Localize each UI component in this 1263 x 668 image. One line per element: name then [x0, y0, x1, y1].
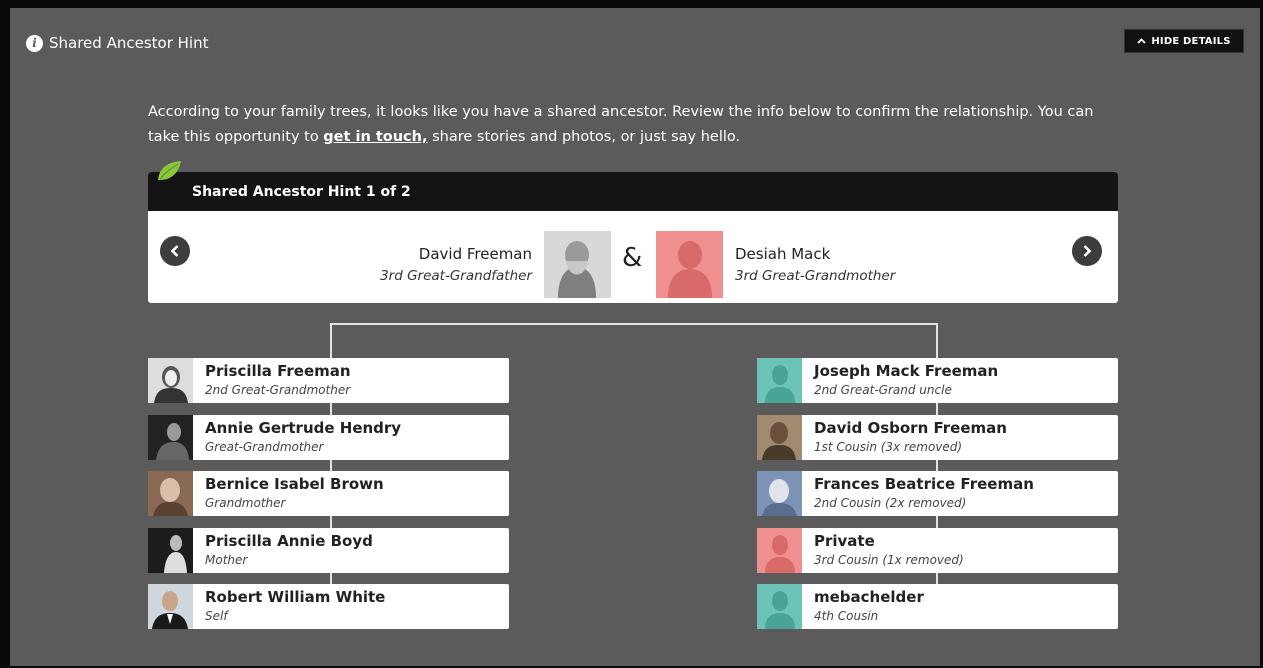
panel-header: i Shared Ancestor Hint — [26, 34, 208, 52]
ancestor2-name[interactable]: Desiah Mack — [735, 245, 830, 263]
shared-ancestor-panel: i Shared Ancestor Hint HIDE DETAILS Acco… — [10, 8, 1260, 666]
chevron-left-icon — [170, 245, 179, 257]
lineage-card-right[interactable]: Joseph Mack Freeman 2nd Great-Grand uncle — [757, 358, 1118, 403]
hint-header: Shared Ancestor Hint 1 of 2 — [148, 172, 1118, 211]
placeholder-avatar-icon — [757, 584, 802, 629]
lineage-card-left[interactable]: Priscilla Freeman 2nd Great-Grandmother — [148, 358, 509, 403]
chevron-up-icon — [1137, 38, 1146, 44]
leaf-icon — [158, 161, 181, 180]
person-name: mebachelder — [814, 588, 924, 606]
next-hint-button[interactable] — [1072, 236, 1102, 266]
placeholder-avatar-icon — [757, 528, 802, 573]
person-photo — [148, 528, 193, 573]
person-relationship: Self — [205, 609, 228, 623]
person-relationship: 1st Cousin (3x removed) — [814, 440, 963, 454]
lineage-card-right[interactable]: Frances Beatrice Freeman 2nd Cousin (2x r… — [757, 471, 1118, 516]
hide-details-label: HIDE DETAILS — [1151, 35, 1231, 47]
person-name: Priscilla Annie Boyd — [205, 532, 373, 550]
placeholder-avatar-icon — [757, 358, 802, 403]
person-name: Annie Gertrude Hendry — [205, 419, 402, 437]
lineage-card-left[interactable]: Annie Gertrude Hendry Great-Grandmother — [148, 415, 509, 460]
person-name: Joseph Mack Freeman — [814, 362, 999, 380]
hide-details-button[interactable]: HIDE DETAILS — [1124, 29, 1244, 53]
ampersand: & — [622, 243, 643, 273]
hint-card: Shared Ancestor Hint 1 of 2 David Freema… — [148, 161, 1118, 303]
previous-hint-button[interactable] — [160, 236, 190, 266]
tree-connector-horizontal — [330, 323, 938, 325]
person-name: Bernice Isabel Brown — [205, 475, 384, 493]
lineage-card-right[interactable]: Private 3rd Cousin (1x removed) — [757, 528, 1118, 573]
person-name: David Osborn Freeman — [814, 419, 1007, 437]
ancestor1-relationship: 3rd Great-Grandfather — [380, 268, 532, 284]
get-in-touch-link[interactable]: get in touch, — [323, 129, 427, 145]
info-icon: i — [26, 34, 43, 52]
person-photo — [757, 471, 802, 516]
person-relationship: 2nd Cousin (2x removed) — [814, 496, 967, 510]
person-photo — [757, 415, 802, 460]
person-relationship: 4th Cousin — [814, 609, 879, 623]
person-relationship: Great-Grandmother — [205, 440, 324, 454]
lineage-card-left[interactable]: Bernice Isabel Brown Grandmother — [148, 471, 509, 516]
chevron-right-icon — [1083, 245, 1092, 257]
person-photo — [148, 471, 193, 516]
person-relationship: 3rd Cousin (1x removed) — [814, 553, 964, 567]
person-photo — [148, 358, 193, 403]
intro-text: According to your family trees, it looks… — [148, 100, 1108, 150]
person-name: Robert William White — [205, 588, 386, 606]
lineage-card-left[interactable]: Priscilla Annie Boyd Mother — [148, 528, 509, 573]
lineage-card-left[interactable]: Robert William White Self — [148, 584, 509, 629]
ancestor1-name[interactable]: David Freeman — [419, 245, 532, 263]
intro-text-after: share stories and photos, or just say he… — [427, 129, 741, 145]
person-name: Private — [814, 532, 875, 550]
hint-title: Shared Ancestor Hint 1 of 2 — [192, 183, 411, 200]
lineage-card-right[interactable]: David Osborn Freeman 1st Cousin (3x remov… — [757, 415, 1118, 460]
person-relationship: 2nd Great-Grand uncle — [814, 383, 952, 397]
person-name: Priscilla Freeman — [205, 362, 351, 380]
person-relationship: Grandmother — [205, 496, 286, 510]
person-relationship: 2nd Great-Grandmother — [205, 383, 351, 397]
person-photo — [148, 584, 193, 629]
person-photo — [148, 415, 193, 460]
person-relationship: Mother — [205, 553, 248, 567]
ancestor2-relationship: 3rd Great-Grandmother — [735, 268, 896, 284]
panel-title: Shared Ancestor Hint — [49, 34, 209, 52]
ancestor1-photo[interactable] — [544, 231, 611, 298]
lineage-card-right[interactable]: mebachelder 4th Cousin — [757, 584, 1118, 629]
person-name: Frances Beatrice Freeman — [814, 475, 1034, 493]
ancestor2-photo[interactable] — [656, 231, 723, 298]
